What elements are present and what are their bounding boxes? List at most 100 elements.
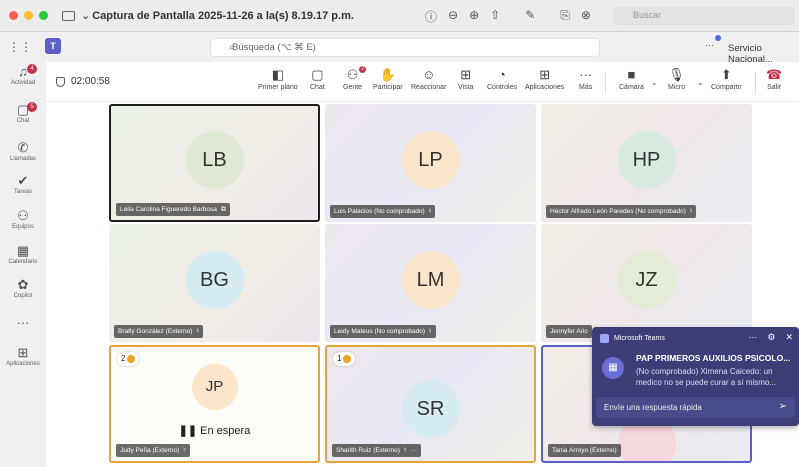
tool-label: Chat: [310, 84, 325, 91]
mic-options-chevron[interactable]: ⌄: [697, 78, 704, 87]
minimize-window-button[interactable]: [24, 11, 33, 20]
teams-topbar: ⋮⋮ T Búsqueda (⌥ ⌘ E) ⌕: [0, 32, 799, 62]
zoom-out-icon[interactable]: ⊖: [448, 8, 458, 25]
sidebar-toggle[interactable]: ⌄: [62, 9, 90, 22]
zoom-in-icon[interactable]: ⊕: [469, 8, 479, 25]
rail-item-actividad[interactable]: ♫ 4 Actividad: [0, 64, 46, 86]
activity-badge: 4: [27, 64, 37, 74]
send-icon[interactable]: ➢: [779, 401, 787, 412]
participant-name: Luis Palacios (No comprobado) ♮: [330, 205, 436, 218]
apps-button[interactable]: ⊞ Aplicaciones: [525, 66, 564, 91]
name-text: Judy Peña (Externo): [120, 447, 180, 454]
participant-name: Tania Arroyo (Externo): [548, 444, 621, 457]
camera-off-icon: ■: [627, 67, 636, 82]
rail-label: Tareas: [13, 189, 32, 195]
teams-search-input[interactable]: Búsqueda (⌥ ⌘ E): [210, 38, 600, 57]
rail-item-more[interactable]: ···: [0, 315, 46, 331]
tool-label: Vista: [458, 84, 474, 91]
quick-reply-input[interactable]: Envíe una respuesta rápida ➢: [596, 397, 795, 418]
more-icon: ···: [579, 67, 593, 82]
camera-options-chevron[interactable]: ⌄: [651, 78, 658, 87]
more-icon[interactable]: ···: [748, 332, 757, 343]
info-icon[interactable]: ⓘ: [425, 8, 437, 25]
participant-name: Leila Carolina Figueredo Barbosa ⧉: [116, 203, 230, 216]
preview-toolbar: ⓘ ⊖ ⊕ ⇧ ✎ ⎘ ⊗: [425, 8, 591, 25]
view-button[interactable]: ⊞ Vista: [458, 66, 473, 91]
camera-button[interactable]: ■ Cámara: [619, 66, 644, 91]
zoom-window-button[interactable]: [39, 11, 48, 20]
tool-label: Aplicaciones: [525, 84, 565, 91]
rail-item-calendario[interactable]: ▦ Calendario: [0, 243, 46, 265]
participant-tile[interactable]: LB Leila Carolina Figueredo Barbosa ⧉: [109, 104, 320, 222]
tool-label: Gente: [343, 84, 363, 91]
react-button[interactable]: ☺ Reaccionar: [411, 66, 446, 91]
participant-name: Sharith Ruiz (Externo) ♮ ···: [332, 444, 421, 457]
teams-icon: ⚇: [17, 208, 29, 223]
people-button[interactable]: ⚇ 2 Gente: [343, 66, 367, 91]
close-icon[interactable]: ✕: [785, 332, 793, 343]
markup-icon[interactable]: ✎: [525, 8, 535, 25]
raise-hand-icon: ✋: [379, 67, 396, 82]
chat-badge: 5: [27, 102, 37, 112]
share-icon: ⬆: [720, 67, 732, 82]
rail-item-tareas[interactable]: ✔ Tareas: [0, 173, 46, 195]
apps-icon: ⊞: [539, 67, 551, 82]
rail-item-equipos[interactable]: ⚇ Equipos: [0, 208, 46, 230]
chat-button[interactable]: ▢ Chat: [310, 66, 325, 91]
participant-tile[interactable]: HP Héctor Alfredo León Paredes (No compr…: [541, 104, 752, 222]
rail-item-llamadas[interactable]: ✆ Llamadas: [0, 140, 46, 162]
tool-label: Primer plano: [258, 84, 298, 91]
name-text: Tania Arroyo (Externo): [552, 447, 617, 454]
name-text: Leila Carolina Figueredo Barbosa: [120, 206, 217, 213]
hand-order: 2: [121, 354, 126, 363]
tool-label: Micro: [668, 84, 686, 91]
share-icon[interactable]: ⇧: [490, 8, 500, 25]
mic-button[interactable]: 🎙 Micro: [668, 66, 685, 91]
chat-notification-toast[interactable]: Microsoft Teams ··· ⚙ ✕ ▦ PAP PRIMEROS A…: [592, 327, 799, 426]
rail-item-chat[interactable]: ▢ 5 Chat: [0, 102, 46, 124]
mic-off-icon: ♮: [428, 208, 432, 215]
rail-label: Copilot: [13, 293, 33, 299]
rail-item-aplicaciones[interactable]: ⊞ Aplicaciones: [0, 345, 46, 367]
name-text: Luis Palacios (No comprobado): [334, 208, 425, 215]
participant-tile[interactable]: LP Luis Palacios (No comprobado) ♮: [325, 104, 536, 222]
avatar: LP: [401, 131, 460, 189]
raise-hand-button[interactable]: ✋ Participar: [373, 66, 403, 91]
app-rail: ♫ 4 Actividad ▢ 5 Chat ✆ Llamadas ✔ Tareas…: [0, 62, 46, 467]
phone-icon: ✆: [17, 140, 29, 155]
name-text: Jennyfer Aric: [550, 328, 588, 335]
close-window-button[interactable]: [9, 11, 18, 20]
more-button[interactable]: ··· Más: [579, 66, 592, 91]
participant-tile[interactable]: 1 SR Sharith Ruiz (Externo) ♮ ···: [325, 345, 536, 463]
more-options-button[interactable]: ···: [705, 35, 721, 50]
participant-tile[interactable]: 2 JP ❚❚ En espera Judy Peña (Externo) ♮: [109, 345, 320, 463]
controls-button[interactable]: ◔ Controles: [487, 66, 517, 91]
bell-icon: ♫ 4: [0, 64, 46, 80]
preview-search-input[interactable]: Buscar: [613, 7, 795, 25]
share-button[interactable]: ⬆ Compartir: [711, 66, 742, 91]
annotate-icon[interactable]: ⊗: [581, 8, 591, 25]
tool-label: Salir: [767, 84, 782, 91]
avatar: HP: [617, 131, 676, 189]
rail-label: Equipos: [12, 224, 34, 230]
chat-icon: ▢: [311, 67, 324, 82]
copilot-icon: ✿: [17, 277, 29, 292]
more-icon[interactable]: ···: [410, 444, 417, 457]
app-launcher-icon[interactable]: ⋮⋮: [8, 40, 32, 54]
rotate-icon[interactable]: ⎘: [560, 8, 570, 25]
tool-label: Compartir: [711, 84, 742, 91]
participant-tile[interactable]: LM Leidy Mateus (No comprobado) ♮: [325, 224, 536, 342]
leave-button[interactable]: ☎ Salir: [766, 66, 782, 91]
avatar: SR: [401, 380, 460, 438]
participant-tile[interactable]: JZ Jennyfer Aric: [541, 224, 752, 342]
toast-controls: ··· ⚙ ✕: [748, 332, 793, 343]
settings-icon[interactable]: ⚙: [767, 332, 775, 343]
spotlight-button[interactable]: ◧ Primer plano: [258, 66, 298, 91]
teams-logo-icon: [600, 334, 609, 343]
name-text: Sharith Ruiz (Externo): [336, 447, 400, 454]
tool-label: Cámara: [619, 84, 644, 91]
rail-item-copilot[interactable]: ✿ Copilot: [0, 277, 46, 299]
notification-dot: [715, 35, 721, 41]
on-hold-status: ❚❚ En espera: [179, 424, 251, 437]
participant-tile[interactable]: BG Bratly González (Externo) ♮: [109, 224, 320, 342]
